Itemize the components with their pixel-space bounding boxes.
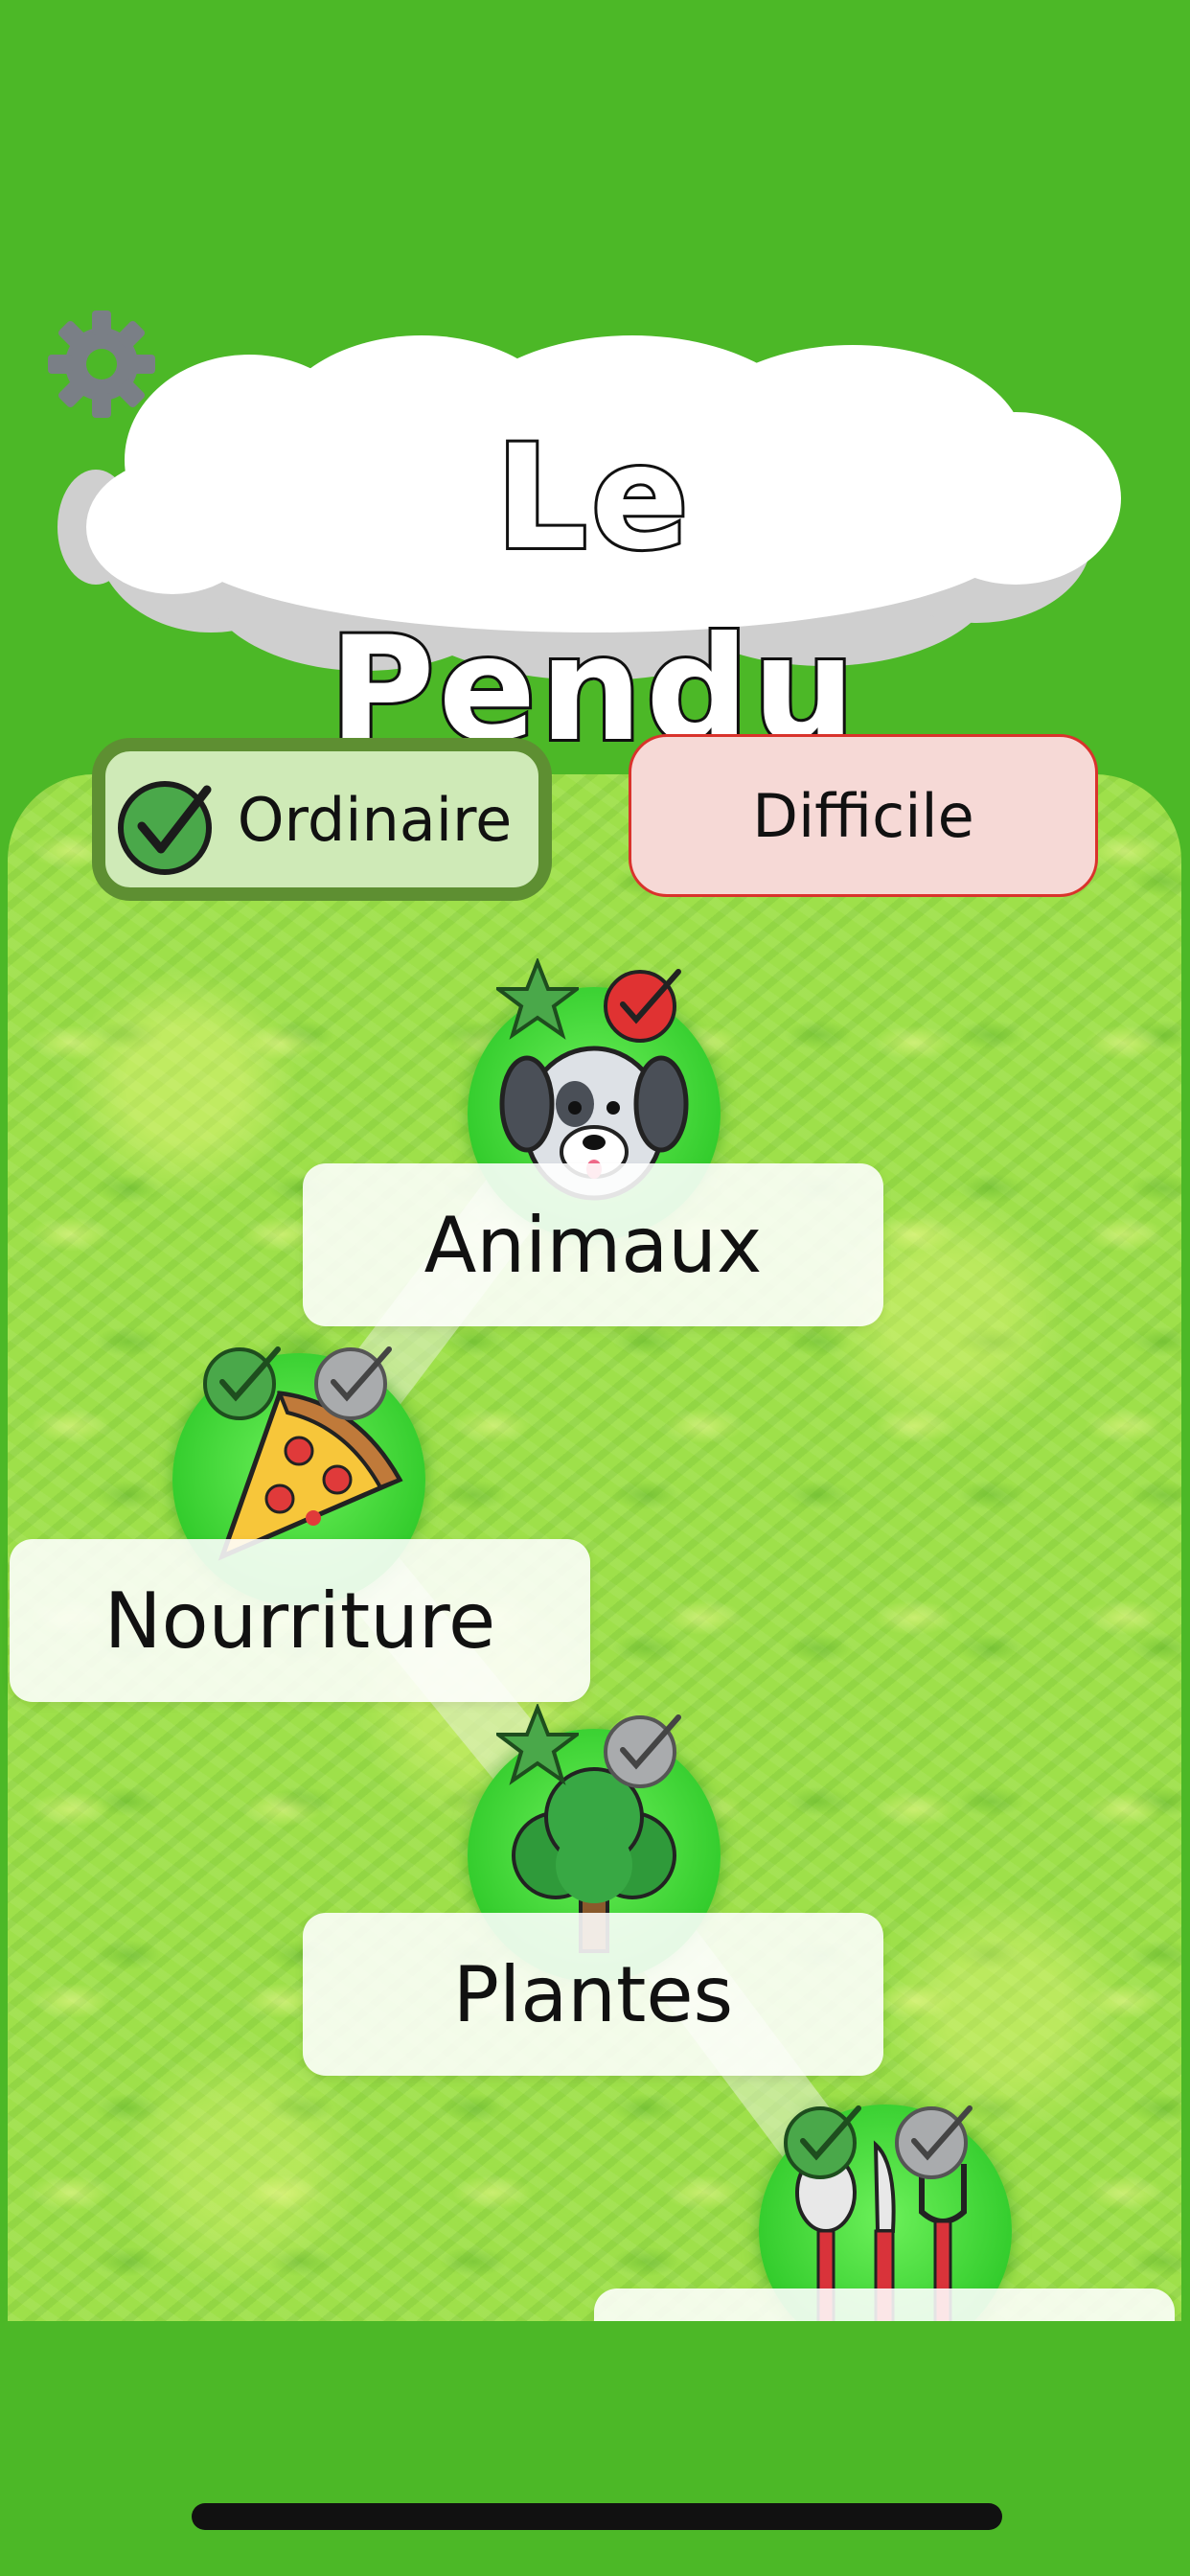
check-gray-icon xyxy=(604,1714,681,1788)
mode-difficile-button[interactable]: Difficile xyxy=(629,734,1098,897)
bottom-bar xyxy=(0,2321,1190,2576)
mode-ordinaire-label: Ordinaire xyxy=(237,784,513,855)
check-circle-icon xyxy=(118,781,212,875)
category-label-plantes[interactable]: Plantes xyxy=(303,1913,883,2076)
category-label-nourriture[interactable]: Nourriture xyxy=(10,1539,590,1702)
check-gray-icon xyxy=(895,2105,973,2179)
mode-ordinaire-button[interactable]: Ordinaire xyxy=(92,738,552,901)
check-red-icon xyxy=(604,969,681,1043)
app-title: Le Pendu xyxy=(327,412,859,776)
check-green-icon xyxy=(203,1346,281,1420)
check-green-icon xyxy=(784,2105,861,2179)
star-icon xyxy=(496,1704,579,1785)
home-indicator[interactable] xyxy=(192,2503,1002,2530)
star-icon xyxy=(496,958,579,1040)
mode-difficile-label: Difficile xyxy=(752,780,974,851)
check-gray-icon xyxy=(314,1346,392,1420)
category-label-animaux[interactable]: Animaux xyxy=(303,1163,883,1326)
